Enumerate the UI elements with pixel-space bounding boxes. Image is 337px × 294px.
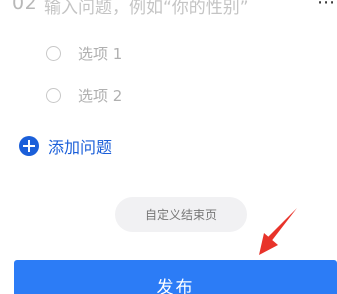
question-title-input[interactable]: 输入问题，例如“你的性别” <box>44 0 249 18</box>
add-question-button[interactable]: 添加问题 <box>19 134 112 158</box>
option-item-1[interactable]: 选项 1 <box>46 42 122 64</box>
add-question-label[interactable]: 添加问题 <box>48 134 112 158</box>
plus-circle-icon[interactable] <box>19 136 39 156</box>
survey-editor-screen: 02 输入问题，例如“你的性别” ⋯ 选项 1 选项 2 添加问题 自定义结束页… <box>0 0 337 294</box>
custom-end-page-button[interactable]: 自定义结束页 <box>115 197 247 232</box>
red-arrow-icon <box>259 208 297 255</box>
radio-button-icon[interactable] <box>46 45 61 61</box>
more-options-icon[interactable]: ⋯ <box>317 0 335 13</box>
publish-button[interactable]: 发布 <box>14 260 337 294</box>
option-item-2[interactable]: 选项 2 <box>46 84 122 106</box>
option-label[interactable]: 选项 1 <box>78 43 122 64</box>
question-number: 02 <box>12 0 38 14</box>
question-row: 02 输入问题，例如“你的性别” ⋯ <box>0 0 337 22</box>
option-label[interactable]: 选项 2 <box>78 85 122 106</box>
publish-label[interactable]: 发布 <box>157 273 195 294</box>
radio-button-icon[interactable] <box>46 87 61 103</box>
